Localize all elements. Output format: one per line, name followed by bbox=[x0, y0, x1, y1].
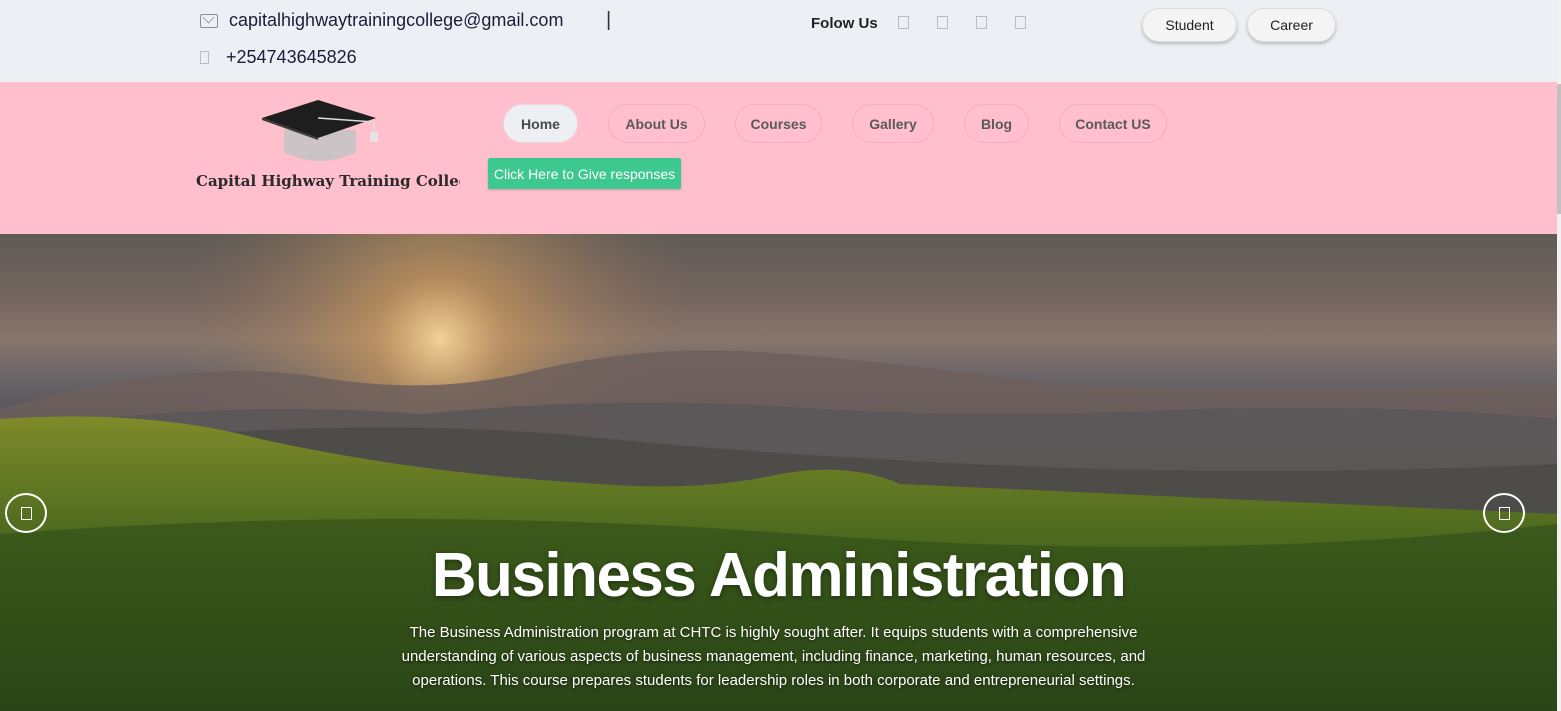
facebook-icon[interactable] bbox=[898, 16, 909, 29]
nav-contact-us[interactable]: Contact US bbox=[1059, 104, 1167, 143]
nav-home[interactable]: Home bbox=[503, 104, 578, 143]
career-button[interactable]: Career bbox=[1247, 8, 1336, 42]
page-scrollbar[interactable] bbox=[1557, 0, 1561, 711]
social-links bbox=[898, 16, 1026, 29]
college-logo[interactable]: Capital Highway Training College bbox=[196, 96, 460, 196]
main-header: Capital Highway Training College Home Ab… bbox=[0, 82, 1557, 234]
nav-gallery[interactable]: Gallery bbox=[852, 104, 934, 143]
logo-text: Capital Highway Training College bbox=[196, 172, 460, 190]
email-text: capitalhighwaytrainingcollege@gmail.com bbox=[229, 10, 564, 30]
hero-title: Business Administration bbox=[431, 541, 1127, 610]
student-button[interactable]: Student bbox=[1142, 8, 1237, 42]
twitter-icon[interactable] bbox=[937, 16, 948, 29]
email-contact[interactable]: capitalhighwaytrainingcollege@gmail.com bbox=[200, 10, 563, 31]
prev-slide-button[interactable] bbox=[5, 493, 47, 533]
top-bar: capitalhighwaytrainingcollege@gmail.com … bbox=[0, 0, 1561, 82]
phone-icon bbox=[200, 51, 209, 64]
nav-about-us[interactable]: About Us bbox=[608, 104, 705, 143]
hero-slider: Business Administration The Business Adm… bbox=[0, 234, 1557, 711]
chevron-left-icon bbox=[20, 506, 32, 520]
follow-us-label: Folow Us bbox=[811, 15, 878, 32]
envelope-icon bbox=[200, 13, 218, 28]
scrollbar-thumb[interactable] bbox=[1557, 84, 1561, 214]
nav-blog[interactable]: Blog bbox=[964, 104, 1029, 143]
hero-description: The Business Administration program at C… bbox=[401, 624, 1146, 689]
nav-courses[interactable]: Courses bbox=[735, 104, 822, 143]
chevron-right-icon bbox=[1498, 506, 1510, 520]
phone-contact[interactable]: +254743645826 bbox=[200, 47, 357, 68]
give-responses-button[interactable]: Click Here to Give responses bbox=[488, 158, 681, 189]
linkedin-icon[interactable] bbox=[1015, 16, 1026, 29]
next-slide-button[interactable] bbox=[1483, 493, 1525, 533]
graduation-cap-icon bbox=[262, 100, 378, 161]
separator: | bbox=[606, 9, 612, 31]
instagram-icon[interactable] bbox=[976, 16, 987, 29]
phone-text: +254743645826 bbox=[226, 47, 357, 67]
